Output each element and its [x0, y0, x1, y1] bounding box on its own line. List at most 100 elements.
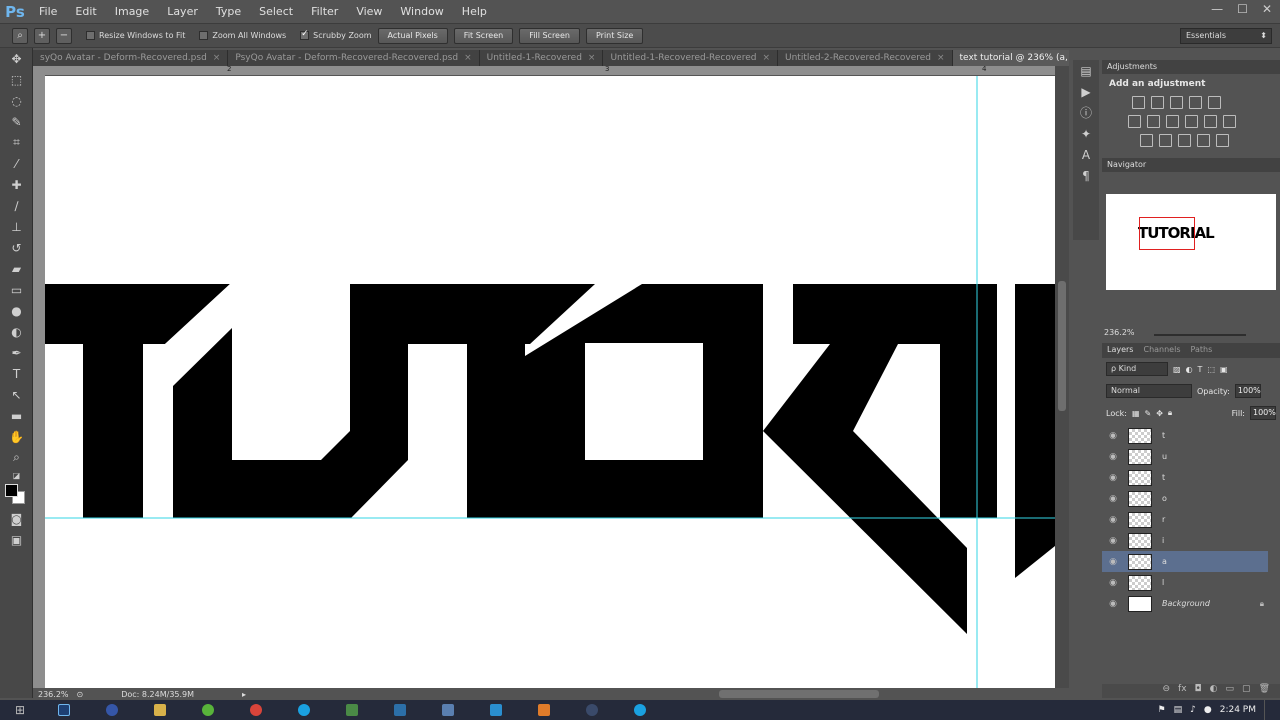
share-icon[interactable]: ⊙: [77, 690, 84, 699]
quick-select-tool-icon[interactable]: ✎: [0, 111, 33, 132]
close-tab-icon[interactable]: ×: [762, 53, 770, 63]
taskbar-app[interactable]: [424, 700, 472, 720]
new-group-icon[interactable]: ▭: [1226, 684, 1235, 698]
minimize-button[interactable]: —: [1211, 2, 1223, 16]
layer-row[interactable]: ◉ t: [1102, 467, 1268, 488]
screen-mode-icon[interactable]: ▣: [0, 529, 33, 550]
link-layers-icon[interactable]: ⊖: [1163, 684, 1171, 698]
layer-row[interactable]: ◉ o: [1102, 488, 1268, 509]
scrubby-zoom-checkbox[interactable]: Scrubby Zoom: [300, 29, 372, 40]
actual-pixels-button[interactable]: Actual Pixels: [377, 27, 448, 44]
stamp-tool-icon[interactable]: ⊥: [0, 216, 33, 237]
taskbar-folder[interactable]: [136, 700, 184, 720]
layer-style-icon[interactable]: fx: [1178, 684, 1187, 698]
taskbar-app[interactable]: [520, 700, 568, 720]
document-tab[interactable]: Untitled-1-Recovered-Recovered ×: [603, 50, 778, 66]
document-tab-active[interactable]: text tutorial @ 236% (a, RGB/16) *×: [952, 50, 1069, 66]
posterize-icon[interactable]: [1159, 134, 1172, 147]
fill-input[interactable]: 100%: [1250, 406, 1276, 420]
paragraph-icon[interactable]: ¶: [1073, 165, 1099, 186]
taskbar-app[interactable]: [472, 700, 520, 720]
levels-icon[interactable]: [1151, 96, 1164, 109]
filter-adjust-icon[interactable]: ◐: [1186, 365, 1193, 374]
black-white-icon[interactable]: [1166, 115, 1179, 128]
layer-row-selected[interactable]: ◉ a: [1102, 551, 1268, 572]
menu-help[interactable]: Help: [453, 0, 496, 23]
foreground-color-swatch[interactable]: [5, 484, 18, 497]
layer-row[interactable]: ◉ r: [1102, 509, 1268, 530]
filter-type-icon[interactable]: T: [1198, 365, 1203, 374]
taskbar-photoshop[interactable]: [40, 700, 88, 720]
visibility-eye-icon[interactable]: ◉: [1102, 557, 1124, 567]
shape-tool-icon[interactable]: ▬: [0, 405, 33, 426]
lock-paint-icon[interactable]: ✎: [1145, 409, 1152, 418]
taskbar-steam[interactable]: [568, 700, 616, 720]
blur-tool-icon[interactable]: ●: [0, 300, 33, 321]
channel-mixer-icon[interactable]: [1204, 115, 1217, 128]
menu-filter[interactable]: Filter: [302, 0, 347, 23]
visibility-eye-icon[interactable]: ◉: [1102, 473, 1124, 483]
close-tab-icon[interactable]: ×: [937, 53, 945, 63]
tab-adjustments[interactable]: Adjustments: [1107, 60, 1157, 74]
zoom-tool-icon[interactable]: ⌕: [0, 447, 33, 468]
blend-mode-select[interactable]: Normal: [1106, 384, 1192, 398]
vertical-scrollbar[interactable]: [1055, 66, 1069, 688]
taskbar-firefox[interactable]: [88, 700, 136, 720]
filter-pixel-icon[interactable]: ▨: [1173, 365, 1181, 374]
visibility-eye-icon[interactable]: ◉: [1102, 536, 1124, 546]
taskbar-chrome[interactable]: [232, 700, 280, 720]
lock-position-icon[interactable]: ✥: [1156, 409, 1163, 418]
exposure-icon[interactable]: [1189, 96, 1202, 109]
maximize-button[interactable]: ☐: [1237, 2, 1248, 16]
move-tool-icon[interactable]: ✥: [0, 48, 33, 69]
hue-saturation-icon[interactable]: [1128, 115, 1141, 128]
zoom-all-windows-checkbox[interactable]: Zoom All Windows: [199, 31, 286, 40]
history-icon[interactable]: ▤: [1073, 60, 1099, 81]
color-swatches[interactable]: [0, 482, 33, 508]
quick-mask-icon[interactable]: ◙: [0, 508, 33, 529]
vertical-ruler[interactable]: [33, 66, 45, 688]
document-tab[interactable]: Untitled-1-Recovered ×: [479, 50, 604, 66]
color-lookup-icon[interactable]: [1223, 115, 1236, 128]
new-layer-icon[interactable]: ▢: [1242, 684, 1251, 698]
curves-icon[interactable]: [1170, 96, 1183, 109]
horizontal-ruler[interactable]: 2 3 4: [45, 65, 1055, 76]
healing-tool-icon[interactable]: ✚: [0, 174, 33, 195]
menu-view[interactable]: View: [347, 0, 391, 23]
navigator-view-box[interactable]: [1139, 217, 1195, 250]
menu-file[interactable]: File: [30, 0, 66, 23]
status-menu-icon[interactable]: ▸: [242, 690, 246, 699]
color-balance-icon[interactable]: [1147, 115, 1160, 128]
visibility-eye-icon[interactable]: ◉: [1102, 431, 1124, 441]
scroll-thumb[interactable]: [719, 690, 880, 698]
close-tab-icon[interactable]: ×: [464, 53, 472, 63]
character-icon[interactable]: A: [1073, 144, 1099, 165]
tab-layers[interactable]: Layers: [1107, 343, 1133, 358]
eyedropper-tool-icon[interactable]: ⁄: [0, 153, 33, 174]
hand-tool-icon[interactable]: ✋: [0, 426, 33, 447]
filter-shape-icon[interactable]: ⬚: [1207, 365, 1215, 374]
lock-transparent-icon[interactable]: ▦: [1132, 409, 1140, 418]
layer-row[interactable]: ◉ u: [1102, 446, 1268, 467]
lock-all-icon[interactable]: 🔒︎: [1168, 408, 1172, 418]
visibility-eye-icon[interactable]: ◉: [1102, 599, 1124, 609]
navigator-zoom-slider[interactable]: [1154, 334, 1246, 336]
menu-type[interactable]: Type: [207, 0, 250, 23]
type-tool-icon[interactable]: T: [0, 363, 33, 384]
document-tab[interactable]: Untitled-2-Recovered-Recovered ×: [778, 50, 953, 66]
crop-tool-icon[interactable]: ⌗: [0, 132, 33, 153]
menu-window[interactable]: Window: [391, 0, 452, 23]
taskbar-spotify[interactable]: [184, 700, 232, 720]
layer-row-background[interactable]: ◉ Background 🔒︎: [1102, 593, 1272, 614]
tab-navigator[interactable]: Navigator: [1107, 158, 1146, 172]
zoom-level[interactable]: 236.2%: [38, 690, 69, 699]
print-size-button[interactable]: Print Size: [585, 27, 644, 44]
resize-windows-checkbox[interactable]: Resize Windows to Fit: [86, 31, 185, 40]
visibility-eye-icon[interactable]: ◉: [1102, 452, 1124, 462]
close-tab-icon[interactable]: ×: [213, 53, 221, 63]
document-canvas[interactable]: [45, 76, 1055, 688]
scroll-thumb[interactable]: [1058, 281, 1066, 411]
delete-layer-icon[interactable]: 🗑︎: [1259, 684, 1270, 698]
fill-screen-button[interactable]: Fill Screen: [519, 27, 580, 44]
document-tab[interactable]: PsyQo Avatar - Deform-Recovered-Recovere…: [228, 50, 480, 66]
